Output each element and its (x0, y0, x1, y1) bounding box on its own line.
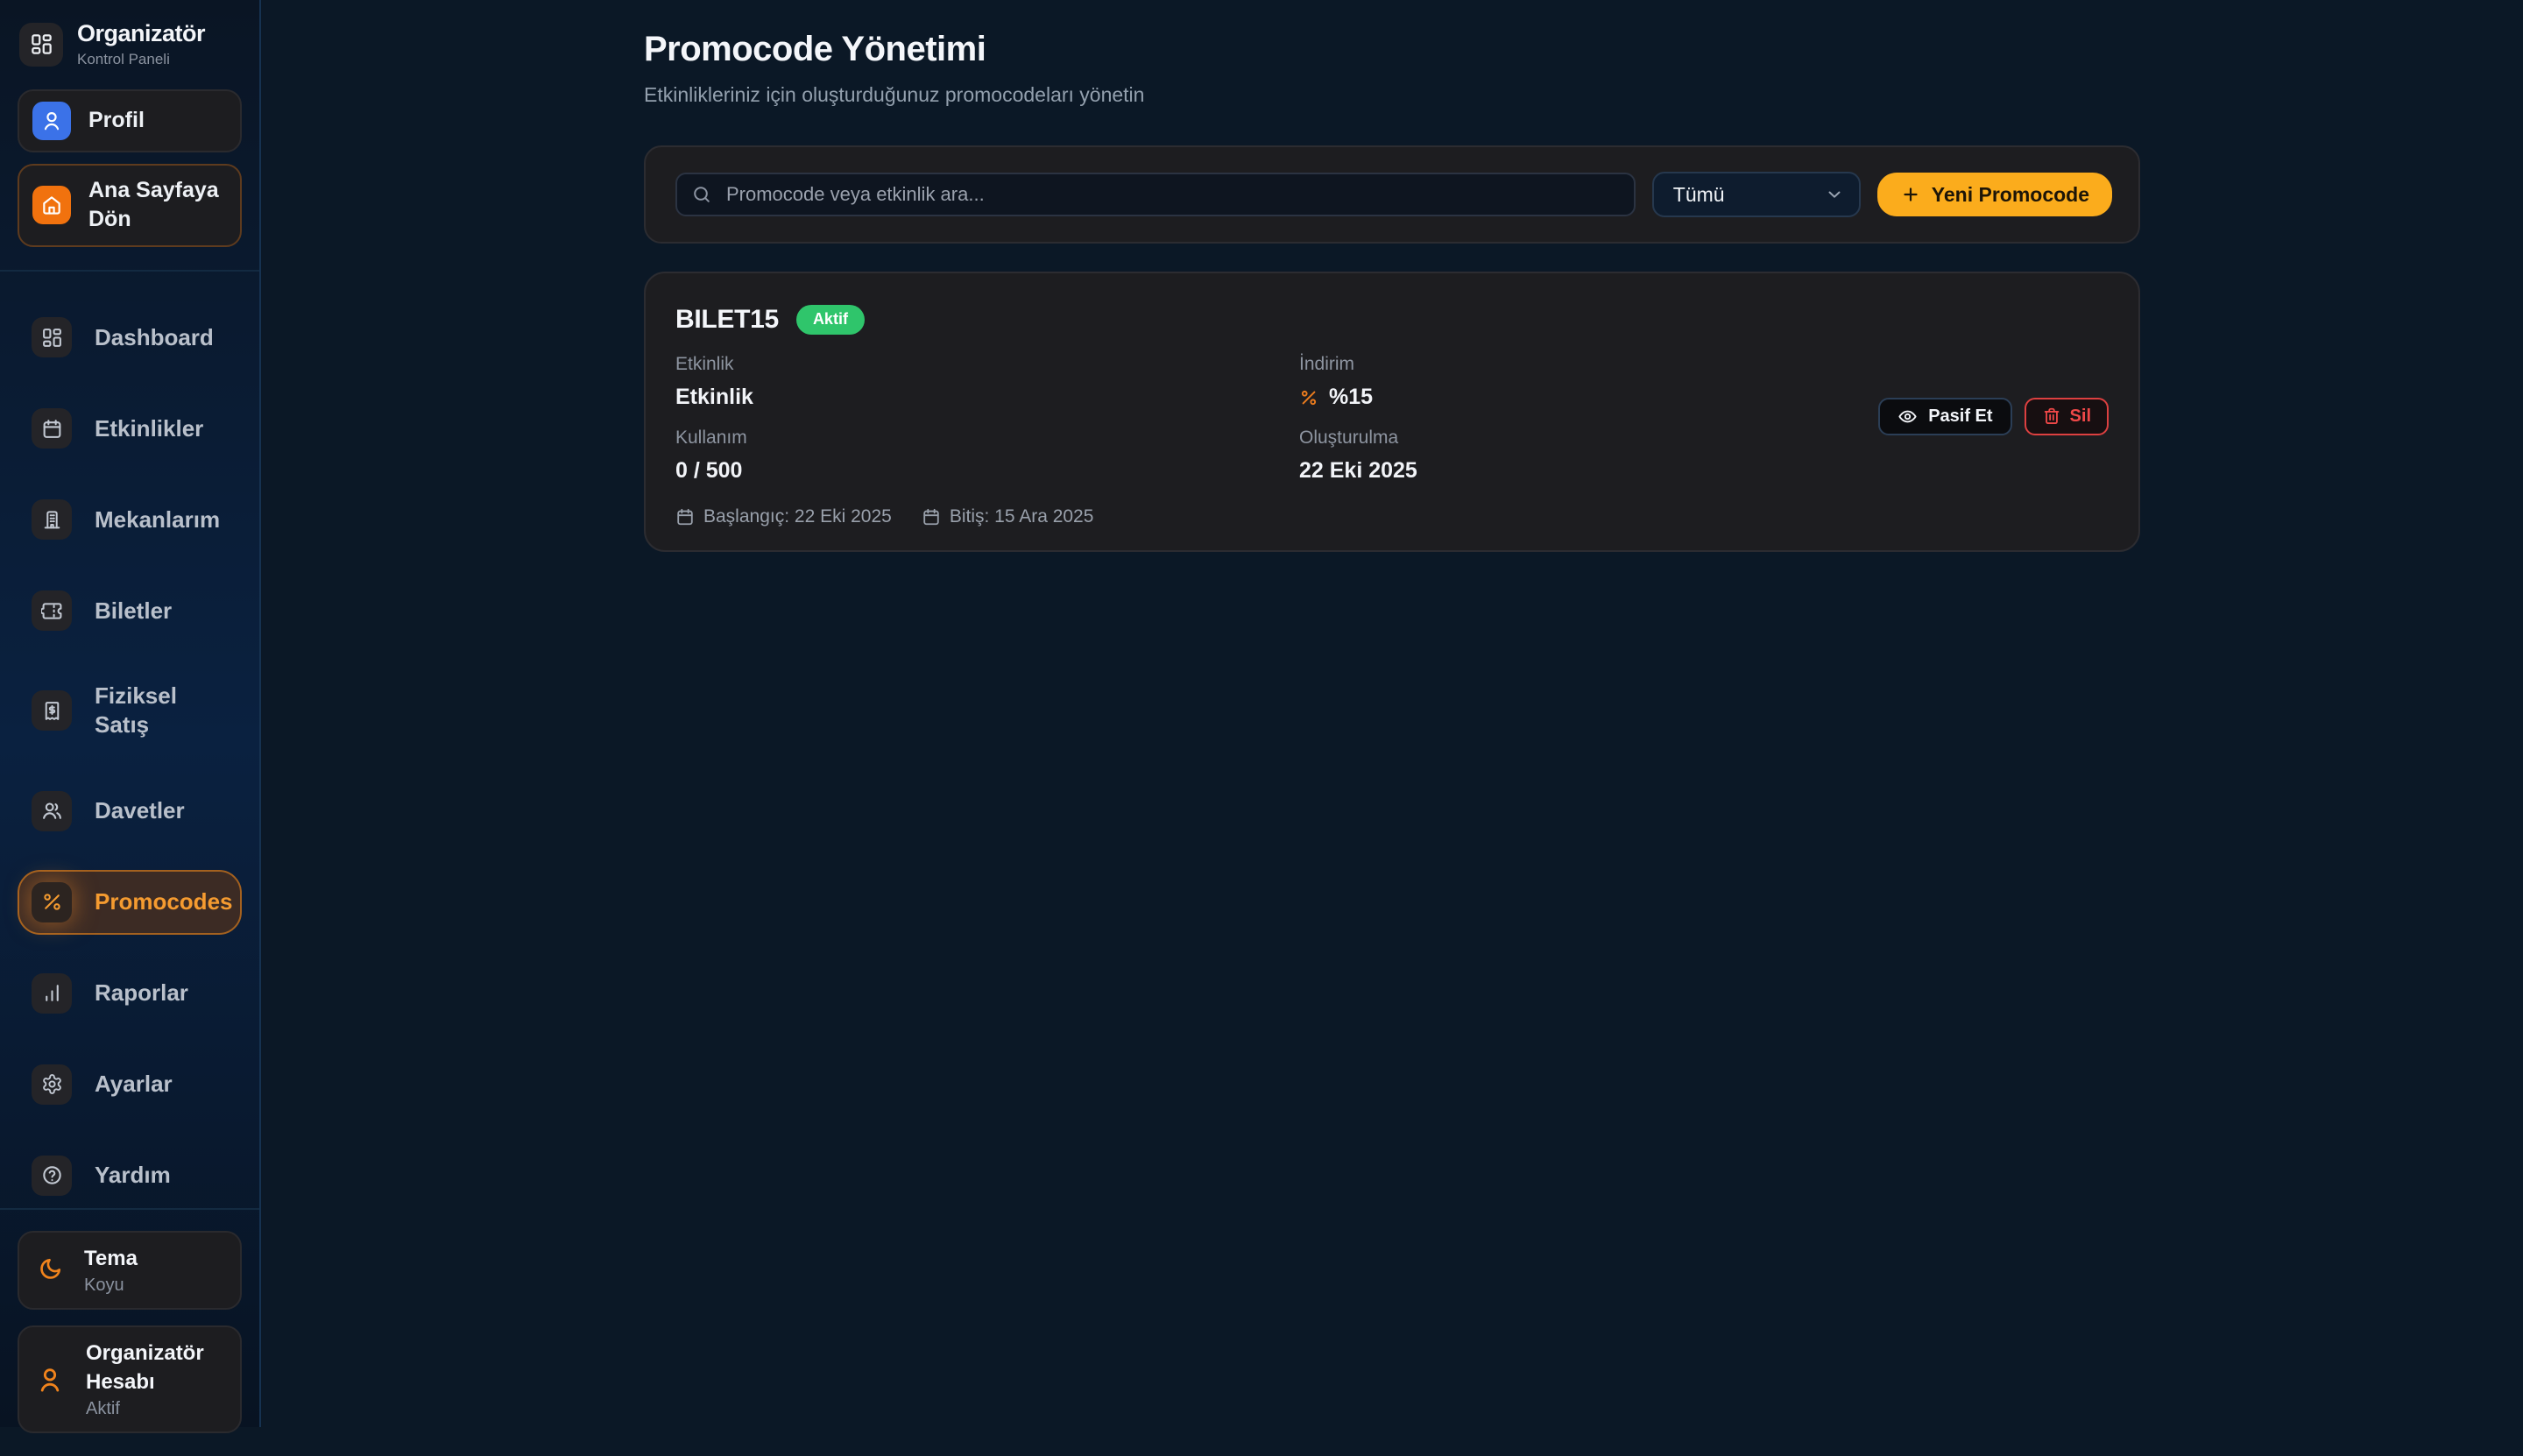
back-home-button[interactable]: Ana Sayfaya Dön (18, 164, 242, 248)
moon-icon (35, 1256, 63, 1284)
app-root: Organizatör Kontrol Paneli Profil Ana Sa… (0, 0, 2523, 1427)
account-title: Organizatör Hesabı (86, 1339, 224, 1396)
sidebar-item-promocodes[interactable]: Promocodes (18, 870, 242, 935)
ticket-icon (32, 590, 72, 631)
calendar-icon (922, 507, 941, 527)
field-etkinlik: Etkinlik Etkinlik (675, 354, 1299, 410)
calendar-icon (32, 408, 72, 449)
sidebar-item-ayarlar[interactable]: Ayarlar (18, 1052, 242, 1117)
filter-select[interactable]: Tümü (1652, 172, 1861, 217)
page-subtitle: Etkinlikleriniz için oluşturduğunuz prom… (644, 83, 2140, 107)
delete-button[interactable]: Sil (2025, 398, 2109, 435)
percent-icon (32, 882, 72, 922)
theme-value: Koyu (84, 1276, 138, 1296)
layout-grid-icon (30, 32, 53, 56)
promocode-actions: Pasif Et Sil (1878, 398, 2109, 435)
home-icon (32, 186, 71, 224)
brand: Organizatör Kontrol Paneli (0, 0, 259, 86)
sidebar-divider-bottom (0, 1208, 259, 1210)
user-icon (35, 1365, 65, 1395)
sidebar-item-label: Dashboard (95, 323, 214, 352)
sidebar-item-label: Ayarlar (95, 1070, 173, 1099)
start-date: Başlangıç: 22 Eki 2025 (675, 506, 892, 527)
search-box (675, 173, 1636, 216)
new-promocode-label: Yeni Promocode (1932, 183, 2089, 207)
receipt-icon (32, 690, 72, 731)
promocode-card: BILET15 Aktif Etkinlik Etkinlik İndirim (644, 272, 2140, 552)
toolbar: Tümü Yeni Promocode (644, 145, 2140, 244)
calendar-icon (675, 507, 695, 527)
sidebar: Organizatör Kontrol Paneli Profil Ana Sa… (0, 0, 261, 1427)
sidebar-item-raporlar[interactable]: Raporlar (18, 961, 242, 1026)
sidebar-item-label: Raporlar (95, 979, 188, 1007)
sidebar-item-label: Promocodes (95, 887, 233, 916)
main-content: Promocode Yönetimi Etkinlikleriniz için … (261, 0, 2523, 1427)
dashboard-icon (32, 317, 72, 357)
back-home-label: Ana Sayfaya Dön (88, 176, 227, 236)
sidebar-item-yardim[interactable]: Yardım (18, 1143, 242, 1208)
account-card[interactable]: Organizatör Hesabı Aktif (18, 1325, 242, 1433)
chevron-down-icon (1824, 184, 1845, 205)
app-subtitle: Kontrol Paneli (77, 51, 205, 68)
profile-label: Profil (88, 106, 145, 136)
promocode-dates: Başlangıç: 22 Eki 2025 Bitiş: 15 Ara 202… (675, 506, 1861, 527)
trash-icon (2042, 406, 2061, 426)
user-icon (32, 102, 71, 140)
sidebar-item-biletler[interactable]: Biletler (18, 578, 242, 643)
brand-logo (19, 23, 63, 67)
new-promocode-button[interactable]: Yeni Promocode (1877, 173, 2112, 216)
eye-icon (1898, 406, 1918, 427)
account-status: Aktif (86, 1399, 224, 1419)
building-icon (32, 499, 72, 540)
sidebar-item-davetler[interactable]: Davetler (18, 779, 242, 844)
gear-icon (32, 1064, 72, 1105)
filter-value: Tümü (1673, 183, 1725, 207)
app-title: Organizatör (77, 21, 205, 47)
search-input[interactable] (724, 182, 1620, 207)
sidebar-item-label: Yardım (95, 1161, 171, 1190)
bar-chart-icon (32, 973, 72, 1014)
profile-button[interactable]: Profil (18, 89, 242, 152)
quick-links: Profil Ana Sayfaya Dön (0, 86, 259, 248)
page-title: Promocode Yönetimi (644, 30, 2140, 69)
field-indirim: İndirim %15 (1299, 354, 1861, 410)
sidebar-item-fiziksel-satis[interactable]: Fiziksel Satış (18, 669, 242, 753)
sidebar-item-mekanlarim[interactable]: Mekanlarım (18, 487, 242, 552)
field-olusturulma: Oluşturulma 22 Eki 2025 (1299, 428, 1861, 484)
status-badge: Aktif (796, 305, 865, 335)
sidebar-nav: Dashboard Etkinlikler Mekanlarım Biletle… (0, 272, 259, 1208)
plus-icon (1900, 184, 1921, 205)
theme-toggle[interactable]: Tema Koyu (18, 1231, 242, 1310)
deactivate-button[interactable]: Pasif Et (1878, 398, 2011, 435)
promocode-code: BILET15 (675, 305, 779, 335)
end-date: Bitiş: 15 Ara 2025 (922, 506, 1094, 527)
sidebar-item-label: Etkinlikler (95, 414, 203, 443)
sidebar-item-etkinlikler[interactable]: Etkinlikler (18, 396, 242, 461)
sidebar-item-label: Fiziksel Satış (95, 682, 228, 740)
sidebar-item-label: Mekanlarım (95, 505, 220, 534)
search-icon (691, 184, 712, 205)
sidebar-item-dashboard[interactable]: Dashboard (18, 305, 242, 370)
field-kullanim: Kullanım 0 / 500 (675, 428, 1299, 484)
theme-title: Tema (84, 1245, 138, 1273)
sidebar-item-label: Biletler (95, 597, 172, 626)
sidebar-item-label: Davetler (95, 796, 185, 825)
help-icon (32, 1156, 72, 1196)
users-icon (32, 791, 72, 831)
percent-icon (1299, 388, 1318, 407)
sidebar-bottom: Tema Koyu Organizatör Hesabı Aktif (0, 1208, 259, 1456)
